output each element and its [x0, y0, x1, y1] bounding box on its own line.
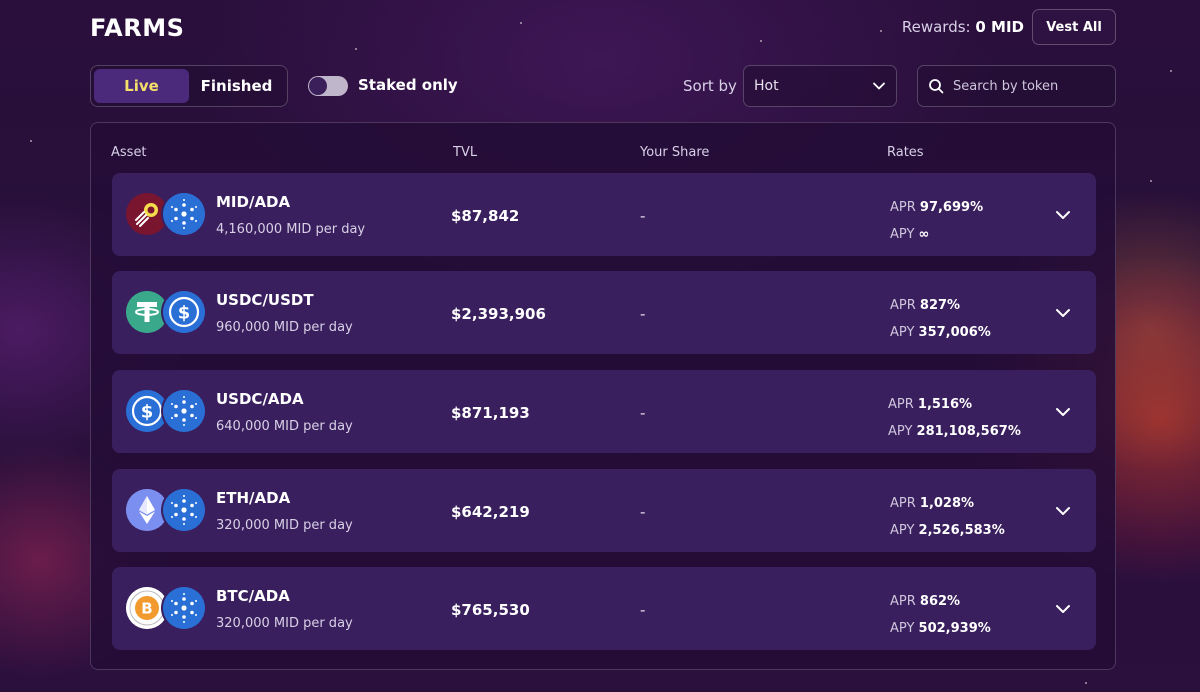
pair-name: BTC/ADA: [216, 587, 290, 605]
live-finished-toggle: Live Finished: [90, 65, 288, 107]
your-share-value: -: [640, 305, 646, 323]
apr-label: APR: [890, 496, 916, 511]
header-tvl: TVL: [453, 145, 478, 160]
farm-row[interactable]: $ USDC/USDT 960,000 MID per day $2,393,9…: [112, 271, 1096, 354]
apr-value: 862%: [919, 594, 961, 609]
header-your-share: Your Share: [640, 145, 710, 160]
farm-row[interactable]: B BTC/ADA 320,000 MID per day $765,530 -…: [112, 567, 1096, 650]
apy-value: 357,006%: [918, 325, 991, 340]
eth-token-icon: [126, 489, 168, 531]
apy-label: APY: [890, 621, 915, 636]
farm-row[interactable]: $ USDC/ADA 640,000 MID per day $871,193 …: [112, 370, 1096, 453]
usdt-token-icon: [126, 291, 168, 333]
rewards-label: Rewards:: [901, 18, 971, 36]
rewards-value: 0 MID: [975, 18, 1024, 36]
header-rates: Rates: [887, 145, 924, 160]
rates-cell: APR 1,516% APY 281,108,567%: [888, 391, 1021, 445]
mid-token-icon: [126, 193, 168, 235]
apy-label: APY: [890, 325, 915, 340]
expand-chevron-icon[interactable]: [1054, 304, 1072, 322]
tab-finished[interactable]: Finished: [189, 69, 284, 103]
apr-value: 827%: [919, 298, 961, 313]
tvl-value: $642,219: [451, 503, 530, 521]
apr-label: APR: [890, 200, 916, 215]
your-share-value: -: [640, 601, 646, 619]
pair-name: ETH/ADA: [216, 489, 291, 507]
apy-value: 2,526,583%: [918, 523, 1005, 538]
search-icon: [929, 79, 944, 94]
rates-cell: APR 827% APY 357,006%: [890, 292, 991, 346]
reward-rate: 640,000 MID per day: [216, 419, 353, 434]
header-asset: Asset: [111, 145, 147, 160]
tvl-value: $87,842: [451, 207, 520, 225]
chevron-down-icon: [873, 82, 885, 90]
reward-rate: 320,000 MID per day: [216, 518, 353, 533]
pair-name: MID/ADA: [216, 193, 291, 211]
apy-value: 502,939%: [918, 621, 991, 636]
apy-value: ∞: [918, 227, 930, 242]
page-title: FARMS: [90, 14, 185, 42]
search-box: [917, 65, 1116, 107]
apy-label: APY: [888, 424, 913, 439]
farms-table: Asset TVL Your Share Rates MID/ADA 4,160…: [90, 122, 1116, 670]
apr-label: APR: [888, 397, 914, 412]
svg-text:B: B: [141, 600, 152, 618]
expand-chevron-icon[interactable]: [1054, 206, 1072, 224]
btc-token-icon: B: [126, 587, 168, 629]
farm-row[interactable]: MID/ADA 4,160,000 MID per day $87,842 - …: [112, 173, 1096, 256]
apy-value: 281,108,567%: [916, 424, 1021, 439]
sort-by-label: Sort by: [683, 77, 737, 95]
apy-label: APY: [890, 523, 915, 538]
usdc-token-icon: $: [163, 291, 205, 333]
rewards-display: Rewards: 0 MID: [902, 18, 1024, 36]
apy-label: APY: [890, 227, 915, 242]
token-pair-icons: $: [126, 390, 206, 434]
token-pair-icons: $: [126, 291, 206, 335]
ada-token-icon: [163, 489, 205, 531]
rates-cell: APR 1,028% APY 2,526,583%: [890, 490, 1005, 544]
token-pair-icons: [126, 193, 206, 237]
staked-only-switch[interactable]: [308, 76, 348, 96]
vest-all-button[interactable]: Vest All: [1032, 9, 1116, 45]
rates-cell: APR 862% APY 502,939%: [890, 588, 991, 642]
sort-select[interactable]: Hot: [743, 65, 897, 107]
token-pair-icons: [126, 489, 206, 533]
tab-live[interactable]: Live: [94, 69, 189, 103]
your-share-value: -: [640, 503, 646, 521]
tvl-value: $2,393,906: [451, 305, 546, 323]
pair-name: USDC/ADA: [216, 390, 304, 408]
reward-rate: 320,000 MID per day: [216, 616, 353, 631]
farm-row[interactable]: ETH/ADA 320,000 MID per day $642,219 - A…: [112, 469, 1096, 552]
your-share-value: -: [640, 207, 646, 225]
tvl-value: $765,530: [451, 601, 530, 619]
reward-rate: 4,160,000 MID per day: [216, 222, 366, 237]
reward-rate: 960,000 MID per day: [216, 320, 353, 335]
expand-chevron-icon[interactable]: [1054, 600, 1072, 618]
search-input[interactable]: [953, 78, 1103, 94]
your-share-value: -: [640, 404, 646, 422]
ada-token-icon: [163, 587, 205, 629]
staked-only-label: Staked only: [358, 76, 458, 94]
ada-token-icon: [163, 193, 205, 235]
svg-text:$: $: [178, 303, 191, 324]
token-pair-icons: B: [126, 587, 206, 631]
expand-chevron-icon[interactable]: [1054, 403, 1072, 421]
expand-chevron-icon[interactable]: [1054, 502, 1072, 520]
sort-value: Hot: [754, 78, 779, 94]
apr-label: APR: [890, 594, 916, 609]
svg-text:$: $: [141, 402, 154, 423]
apr-value: 1,516%: [917, 397, 973, 412]
ada-token-icon: [163, 390, 205, 432]
pair-name: USDC/USDT: [216, 291, 314, 309]
tvl-value: $871,193: [451, 404, 530, 422]
apr-value: 97,699%: [919, 200, 984, 215]
usdc-token-icon: $: [126, 390, 168, 432]
switch-knob: [309, 77, 327, 95]
apr-value: 1,028%: [919, 496, 975, 511]
apr-label: APR: [890, 298, 916, 313]
rates-cell: APR 97,699% APY ∞: [890, 194, 983, 248]
